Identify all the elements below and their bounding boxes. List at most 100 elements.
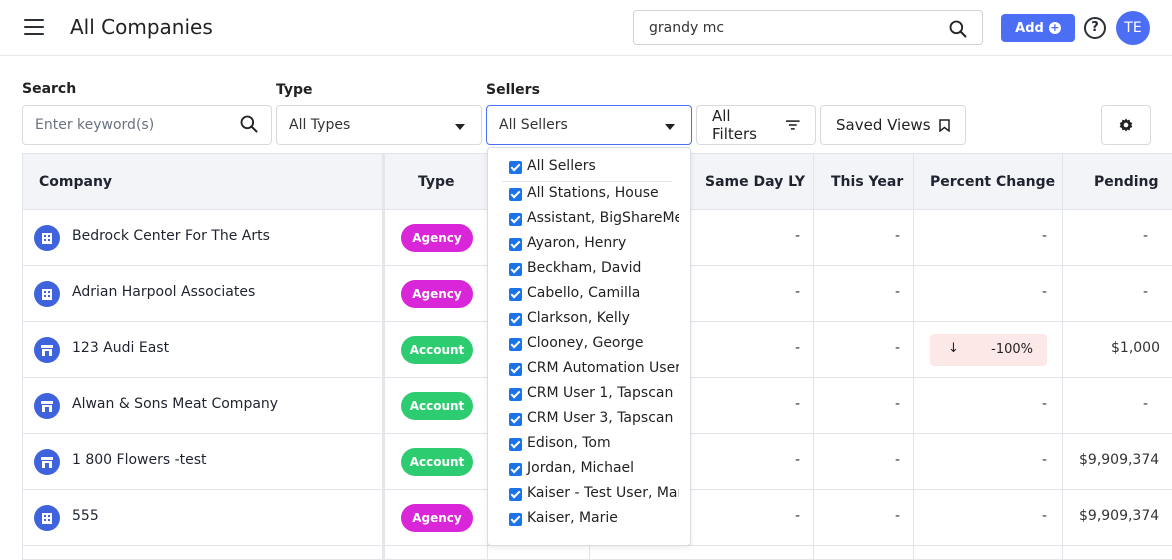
- same-day-ly-cell: -: [794, 284, 800, 300]
- company-name[interactable]: 1 800 Flowers -test: [72, 452, 207, 468]
- checkbox[interactable]: [509, 413, 522, 426]
- column-header-type[interactable]: Type: [418, 154, 455, 210]
- same-day-ly-cell: -: [794, 452, 800, 468]
- seller-option[interactable]: CRM Automation User,: [509, 360, 679, 380]
- add-button-label: Add: [1015, 20, 1044, 36]
- company-name[interactable]: Alwan & Sons Meat Company: [72, 396, 278, 412]
- column-header-pending[interactable]: Pending: [1094, 154, 1159, 210]
- global-search-input[interactable]: [634, 11, 934, 44]
- type-badge: Agency: [401, 280, 473, 308]
- column-header-this-year[interactable]: This Year: [831, 154, 903, 210]
- seller-option[interactable]: Edison, Tom: [509, 435, 679, 455]
- arrow-down-icon: ↓: [948, 341, 959, 356]
- checkbox[interactable]: [509, 363, 522, 376]
- same-day-ly-cell: -: [794, 396, 800, 412]
- menu-icon[interactable]: [24, 19, 44, 37]
- checkbox[interactable]: [509, 438, 522, 451]
- keyword-search[interactable]: [22, 105, 272, 145]
- building-icon: [34, 225, 60, 251]
- chevron-down-icon: [455, 124, 465, 130]
- type-select-value: All Types: [289, 117, 351, 133]
- percent-change-cell: -: [1041, 284, 1047, 300]
- top-bar: All Companies Add + ? TE: [0, 0, 1172, 56]
- checkbox[interactable]: [509, 213, 522, 226]
- this-year-cell: -: [894, 508, 900, 524]
- search-icon[interactable]: [948, 19, 968, 39]
- seller-option[interactable]: Clarkson, Kelly: [509, 310, 679, 330]
- checkbox[interactable]: [509, 388, 522, 401]
- this-year-cell: -: [894, 452, 900, 468]
- seller-option-all[interactable]: All Sellers: [509, 158, 679, 178]
- column-header-same-day-ly[interactable]: Same Day LY: [705, 154, 805, 210]
- global-search[interactable]: [633, 10, 983, 45]
- this-year-cell: -: [894, 396, 900, 412]
- all-filters-label: All Filters: [712, 107, 757, 143]
- settings-button[interactable]: [1101, 105, 1151, 145]
- keyword-input[interactable]: [23, 106, 223, 144]
- sellers-dropdown: All Sellers All Stations, House Assistan…: [487, 147, 691, 546]
- building-icon: [34, 281, 60, 307]
- bookmark-icon: [938, 118, 950, 132]
- page-title: All Companies: [70, 15, 213, 39]
- building-icon: [34, 505, 60, 531]
- percent-change-cell: -: [1041, 228, 1047, 244]
- type-label: Type: [276, 82, 313, 98]
- sellers-select-value: All Sellers: [499, 117, 568, 133]
- checkbox[interactable]: [509, 488, 522, 501]
- seller-option[interactable]: Beckham, David: [509, 260, 679, 280]
- checkbox[interactable]: [509, 238, 522, 251]
- seller-option[interactable]: All Stations, House: [509, 185, 679, 205]
- checkbox[interactable]: [509, 263, 522, 276]
- percent-change-value: -100%: [991, 342, 1033, 357]
- company-name[interactable]: 555: [72, 508, 99, 524]
- help-icon[interactable]: ?: [1084, 17, 1106, 39]
- same-day-ly-cell: -: [794, 340, 800, 356]
- store-icon: [34, 337, 60, 363]
- checkbox[interactable]: [509, 188, 522, 201]
- seller-option[interactable]: Kaiser - Test User, Mar: [509, 485, 679, 505]
- seller-option[interactable]: Assistant, BigShareMe: [509, 210, 679, 230]
- sellers-select[interactable]: All Sellers: [486, 105, 692, 145]
- this-year-cell: -: [894, 228, 900, 244]
- same-day-ly-cell: -: [794, 228, 800, 244]
- seller-option[interactable]: CRM User 1, Tapscan: [509, 385, 679, 405]
- type-badge: Agency: [401, 224, 473, 252]
- company-name[interactable]: Adrian Harpool Associates: [72, 284, 255, 300]
- seller-option[interactable]: Kaiser, Marie: [509, 510, 679, 530]
- type-badge: Account: [401, 336, 473, 364]
- add-button[interactable]: Add +: [1001, 14, 1075, 42]
- column-header-company[interactable]: Company: [39, 154, 112, 210]
- percent-change-cell: -: [1041, 396, 1047, 412]
- pending-cell: -: [1143, 228, 1149, 244]
- seller-option[interactable]: Ayaron, Henry: [509, 235, 679, 255]
- seller-option[interactable]: Cabello, Camilla: [509, 285, 679, 305]
- store-icon: [34, 449, 60, 475]
- all-filters-button[interactable]: All Filters: [696, 105, 816, 145]
- pending-cell: -: [1143, 284, 1149, 300]
- type-select[interactable]: All Types: [276, 105, 482, 145]
- column-header-percent-change[interactable]: Percent Change: [930, 154, 1055, 210]
- avatar[interactable]: TE: [1116, 11, 1150, 45]
- checkbox[interactable]: [509, 288, 522, 301]
- sellers-label: Sellers: [486, 82, 540, 98]
- pending-cell: -: [1143, 396, 1149, 412]
- company-name[interactable]: Bedrock Center For The Arts: [72, 228, 270, 244]
- percent-change-cell: -: [1041, 452, 1047, 468]
- type-badge: Agency: [401, 504, 473, 532]
- seller-option[interactable]: CRM User 3, Tapscan: [509, 410, 679, 430]
- seller-option[interactable]: Jordan, Michael: [509, 460, 679, 480]
- checkbox[interactable]: [509, 313, 522, 326]
- checkbox[interactable]: [509, 463, 522, 476]
- percent-change-chip: ↓ -100%: [930, 334, 1047, 366]
- divider: [502, 181, 672, 182]
- checkbox[interactable]: [509, 161, 522, 174]
- company-name[interactable]: 123 Audi East: [72, 340, 169, 356]
- checkbox[interactable]: [509, 513, 522, 526]
- checkbox[interactable]: [509, 338, 522, 351]
- this-year-cell: -: [894, 284, 900, 300]
- seller-option[interactable]: Clooney, George: [509, 335, 679, 355]
- search-icon[interactable]: [239, 114, 259, 134]
- pending-cell: $1,000: [1111, 340, 1160, 356]
- pending-cell: $9,909,374: [1079, 452, 1160, 468]
- saved-views-button[interactable]: Saved Views: [820, 105, 966, 145]
